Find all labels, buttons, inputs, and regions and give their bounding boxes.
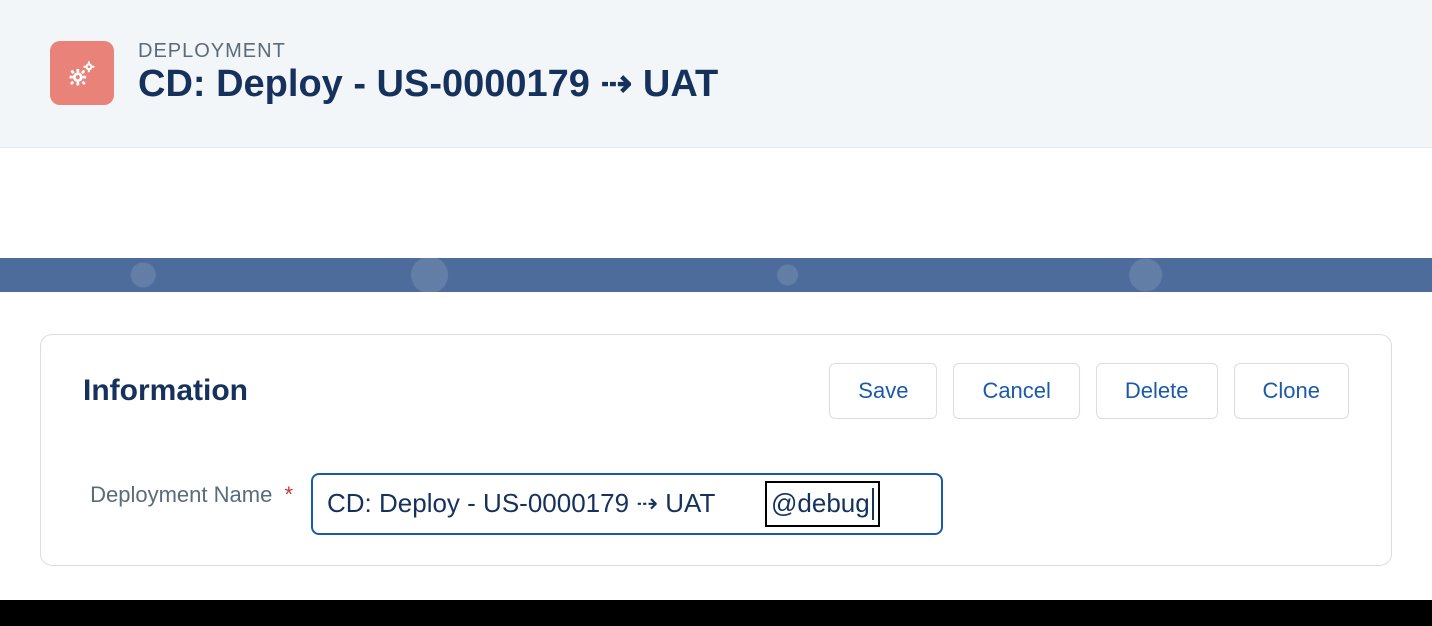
cancel-button[interactable]: Cancel (953, 363, 1079, 419)
section-title: Information (83, 374, 248, 408)
ime-composition-overlay: @debug (765, 481, 880, 527)
deployment-name-label: Deployment Name (90, 482, 272, 507)
text-caret-icon (872, 488, 874, 520)
deployment-name-input-wrap[interactable]: @debug (311, 473, 943, 535)
deployment-gears-icon (50, 41, 114, 105)
object-label: DEPLOYMENT (138, 40, 718, 63)
save-button[interactable]: Save (829, 363, 937, 419)
blue-pattern-band (0, 258, 1432, 292)
card-wrap: Information Save Cancel Delete Clone Dep… (0, 292, 1432, 566)
bottom-black-bar (0, 600, 1432, 626)
detail-card: Information Save Cancel Delete Clone Dep… (40, 334, 1392, 566)
header-text-block: DEPLOYMENT CD: Deploy - US-0000179 ⇢ UAT (138, 40, 718, 107)
clone-button[interactable]: Clone (1234, 363, 1349, 419)
section-header-row: Information Save Cancel Delete Clone (83, 363, 1349, 419)
ime-composition-text: @debug (771, 488, 870, 519)
record-header: DEPLOYMENT CD: Deploy - US-0000179 ⇢ UAT (0, 0, 1432, 148)
record-title: CD: Deploy - US-0000179 ⇢ UAT (138, 63, 718, 107)
white-band (0, 148, 1432, 258)
action-buttons: Save Cancel Delete Clone (829, 363, 1349, 419)
deployment-name-label-col: Deployment Name * (83, 473, 293, 510)
delete-button[interactable]: Delete (1096, 363, 1218, 419)
deployment-name-row: Deployment Name * @debug (83, 473, 1349, 535)
required-asterisk-icon: * (284, 482, 293, 507)
